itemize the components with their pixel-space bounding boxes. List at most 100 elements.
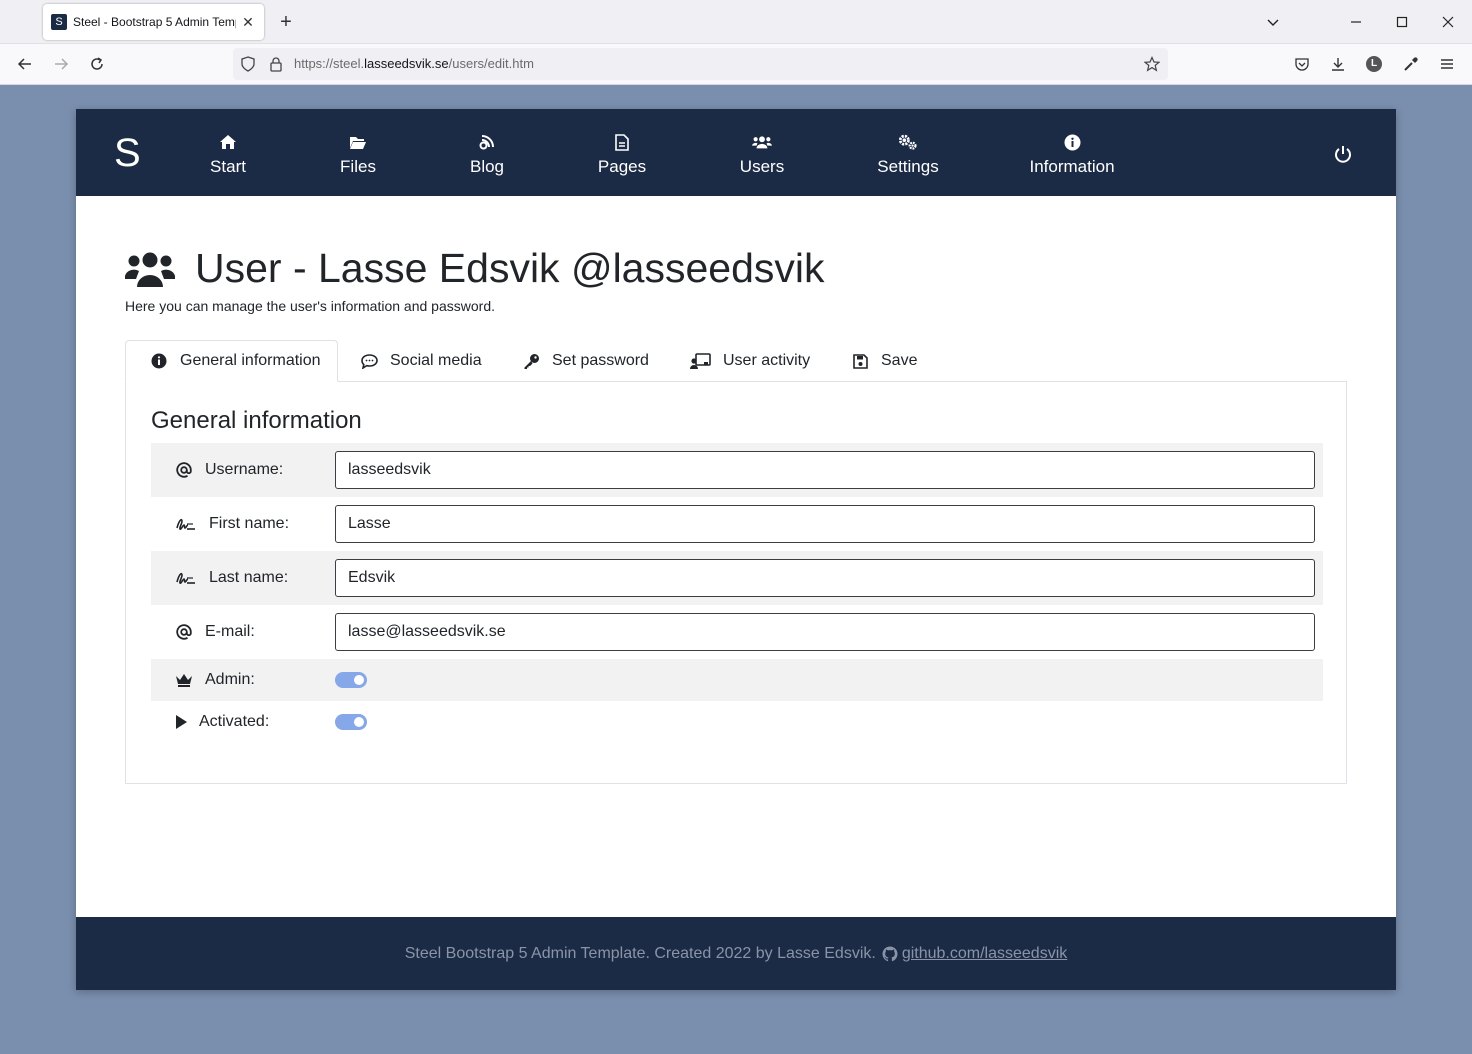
reload-icon[interactable]: [85, 52, 109, 76]
tab-social-media[interactable]: Social media: [360, 340, 482, 382]
browser-toolbar: https://steel.lasseedsvik.se/users/edit.…: [0, 44, 1472, 85]
tab-user-activity[interactable]: User activity: [690, 340, 810, 382]
browser-tab-title: Steel - Bootstrap 5 Admin Template: [73, 15, 236, 29]
page-subtitle: Here you can manage the user's informati…: [125, 298, 495, 314]
username-label: Username:: [151, 461, 335, 479]
nav-item-settings[interactable]: Settings: [877, 133, 939, 177]
nav-item-label: Users: [739, 157, 785, 176]
brand-logo[interactable]: S: [114, 131, 141, 175]
forward-arrow-icon[interactable]: [49, 52, 73, 76]
page-title: User - Lasse Edsvik @lasseedsvik: [195, 245, 825, 291]
page-footer: Steel Bootstrap 5 Admin Template. Create…: [76, 917, 1396, 990]
email-input[interactable]: [335, 613, 1315, 651]
nav-item-label: Blog: [469, 157, 505, 176]
tab-label: Set password: [552, 352, 649, 369]
url-host: lasseedsvik.se: [364, 56, 449, 71]
users-icon: [752, 133, 772, 151]
power-logout-icon[interactable]: [1333, 144, 1353, 164]
minimize-window-icon[interactable]: [1346, 12, 1366, 32]
folder-open-icon: [348, 133, 368, 151]
info-circle-icon: [150, 352, 168, 370]
github-link[interactable]: github.com/lasseedsvik: [902, 945, 1067, 963]
users-icon: [124, 249, 176, 289]
tab-set-password[interactable]: Set password: [522, 340, 649, 382]
nav-item-users[interactable]: Users: [740, 133, 784, 177]
chalkboard-user-icon: [690, 352, 711, 370]
tab-label: Social media: [390, 352, 482, 369]
firstname-label-text: First name:: [209, 515, 290, 532]
nav-item-pages[interactable]: Pages: [598, 133, 646, 177]
maximize-window-icon[interactable]: [1392, 12, 1412, 32]
profile-initial: L: [1366, 56, 1382, 72]
play-icon: [175, 713, 187, 731]
admin-label: Admin:: [151, 671, 335, 689]
tab-label: User activity: [723, 352, 811, 369]
crown-icon: [175, 671, 193, 689]
nav-item-label: Information: [1029, 157, 1115, 176]
admin-toggle[interactable]: [335, 672, 367, 688]
email-row: E-mail:: [151, 605, 1323, 659]
shield-icon[interactable]: [239, 55, 257, 73]
browser-tab[interactable]: S Steel - Bootstrap 5 Admin Template ✕: [43, 4, 264, 40]
nav-item-label: Pages: [597, 157, 647, 176]
info-circle-icon: [1062, 133, 1082, 151]
tab-general-information[interactable]: General information: [125, 340, 338, 382]
nav-item-files[interactable]: Files: [339, 133, 377, 177]
nav-item-information[interactable]: Information: [1029, 133, 1115, 177]
key-icon: [522, 352, 540, 370]
nav-item-label: Files: [340, 157, 376, 176]
save-icon: [851, 352, 869, 370]
email-label: E-mail:: [151, 623, 335, 641]
url-scheme: https://steel.: [294, 56, 365, 71]
favicon-icon: S: [51, 14, 67, 30]
file-icon: [612, 133, 632, 151]
close-tab-icon[interactable]: ✕: [240, 14, 256, 30]
activated-toggle[interactable]: [335, 714, 367, 730]
url-path: /users/edit.htm: [448, 56, 534, 71]
cogs-icon: [898, 133, 918, 151]
lastname-label-text: Last name:: [209, 569, 289, 586]
url-bar[interactable]: https://steel.lasseedsvik.se/users/edit.…: [233, 48, 1168, 80]
page-header: User - Lasse Edsvik @lasseedsvik: [124, 245, 825, 292]
tab-save[interactable]: Save: [851, 340, 917, 382]
tab-label: Save: [881, 352, 918, 369]
tab-label: General information: [180, 352, 321, 369]
bookmark-star-icon[interactable]: [1143, 55, 1161, 73]
blog-icon: [477, 133, 497, 151]
activated-row: Activated:: [151, 701, 1323, 743]
download-icon[interactable]: [1326, 52, 1350, 76]
user-edit-tabs: General information Social media Set pas…: [125, 340, 1347, 382]
nav-item-start[interactable]: Start: [207, 133, 249, 177]
firstname-row: First name:: [151, 497, 1323, 551]
tab-list-chevron-down-icon[interactable]: [1263, 12, 1283, 32]
browser-tab-bar: S Steel - Bootstrap 5 Admin Template ✕ +: [0, 0, 1472, 44]
eyedropper-extension-icon[interactable]: [1399, 52, 1423, 76]
firstname-label: First name:: [151, 515, 335, 533]
lastname-label: Last name:: [151, 569, 335, 587]
back-arrow-icon[interactable]: [13, 52, 37, 76]
at-sign-icon: [175, 623, 193, 641]
url-text[interactable]: https://steel.lasseedsvik.se/users/edit.…: [294, 56, 534, 71]
hamburger-menu-icon[interactable]: [1435, 52, 1459, 76]
top-navbar: S Start Files Blog Pages Users Settings …: [76, 109, 1396, 196]
admin-label-text: Admin:: [205, 671, 255, 688]
activated-label-text: Activated:: [199, 713, 270, 730]
footer-text: Steel Bootstrap 5 Admin Template. Create…: [404, 944, 876, 962]
nav-item-blog[interactable]: Blog: [469, 133, 505, 177]
at-sign-icon: [175, 461, 193, 479]
comment-icon: [360, 352, 378, 370]
lastname-input[interactable]: [335, 559, 1315, 597]
firstname-input[interactable]: [335, 505, 1315, 543]
pocket-icon[interactable]: [1290, 52, 1314, 76]
signature-icon: [175, 569, 197, 587]
close-window-icon[interactable]: [1438, 12, 1458, 32]
section-heading: General information: [151, 407, 362, 434]
username-input[interactable]: [335, 451, 1315, 489]
home-icon: [218, 133, 238, 151]
username-label-text: Username:: [205, 461, 284, 478]
username-row: Username:: [151, 443, 1323, 497]
lock-icon[interactable]: [267, 55, 285, 73]
admin-row: Admin:: [151, 659, 1323, 701]
new-tab-icon[interactable]: +: [276, 11, 296, 33]
profile-avatar[interactable]: L: [1362, 52, 1386, 76]
